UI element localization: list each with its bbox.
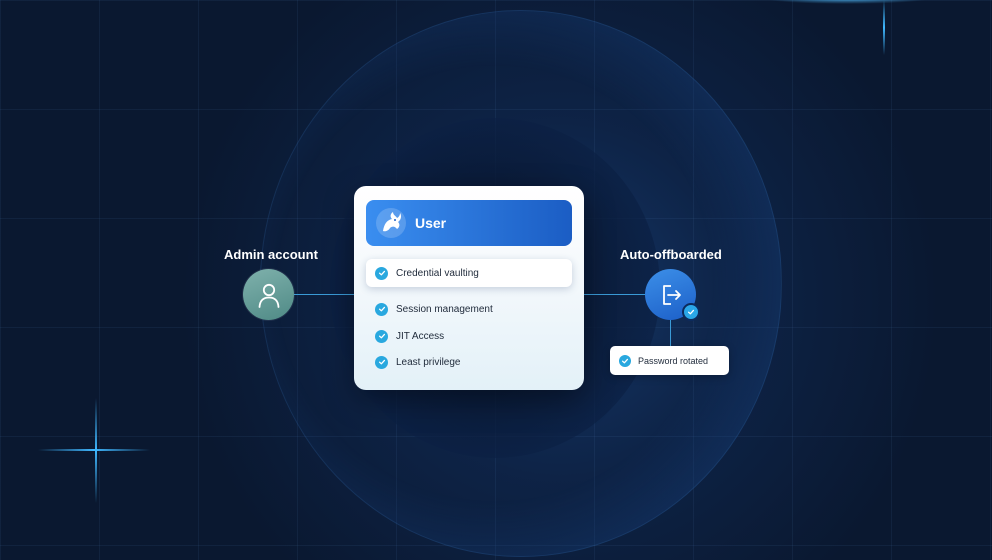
user-card-title: User — [415, 215, 447, 231]
list-item-credential-vaulting[interactable]: Credential vaulting — [366, 259, 572, 287]
dragon-logo-icon — [376, 208, 406, 238]
person-icon — [258, 283, 279, 308]
admin-account-label: Admin account — [224, 247, 318, 262]
offboard-check-badge — [682, 303, 700, 321]
admin-avatar[interactable] — [243, 269, 294, 320]
logout-icon — [662, 284, 681, 305]
check-circle-icon — [619, 354, 631, 367]
list-item-session-management[interactable]: Session management — [366, 295, 572, 323]
connector-down — [670, 320, 671, 346]
check-circle-icon — [375, 329, 388, 343]
list-item-jit-access[interactable]: JIT Access — [366, 322, 572, 350]
password-rotated-status: Password rotated — [610, 346, 729, 375]
item-label: Least privilege — [396, 356, 461, 368]
user-card-header[interactable]: User — [366, 200, 572, 246]
password-rotated-label: Password rotated — [638, 355, 709, 366]
check-circle-icon — [375, 302, 388, 316]
item-label: Session management — [396, 303, 493, 315]
connector-right — [584, 294, 645, 295]
auto-offboarded-label: Auto-offboarded — [620, 247, 722, 262]
item-label: Credential vaulting — [396, 267, 479, 279]
check-circle-icon — [375, 355, 388, 369]
connector-left — [294, 294, 354, 295]
list-item-least-privilege[interactable]: Least privilege — [366, 348, 572, 376]
top-light-glow — [762, 0, 932, 4]
item-label: JIT Access — [396, 330, 445, 342]
check-circle-icon — [375, 266, 388, 280]
check-icon — [687, 309, 695, 315]
user-card: User Credential vaulting Session managem… — [354, 186, 584, 390]
